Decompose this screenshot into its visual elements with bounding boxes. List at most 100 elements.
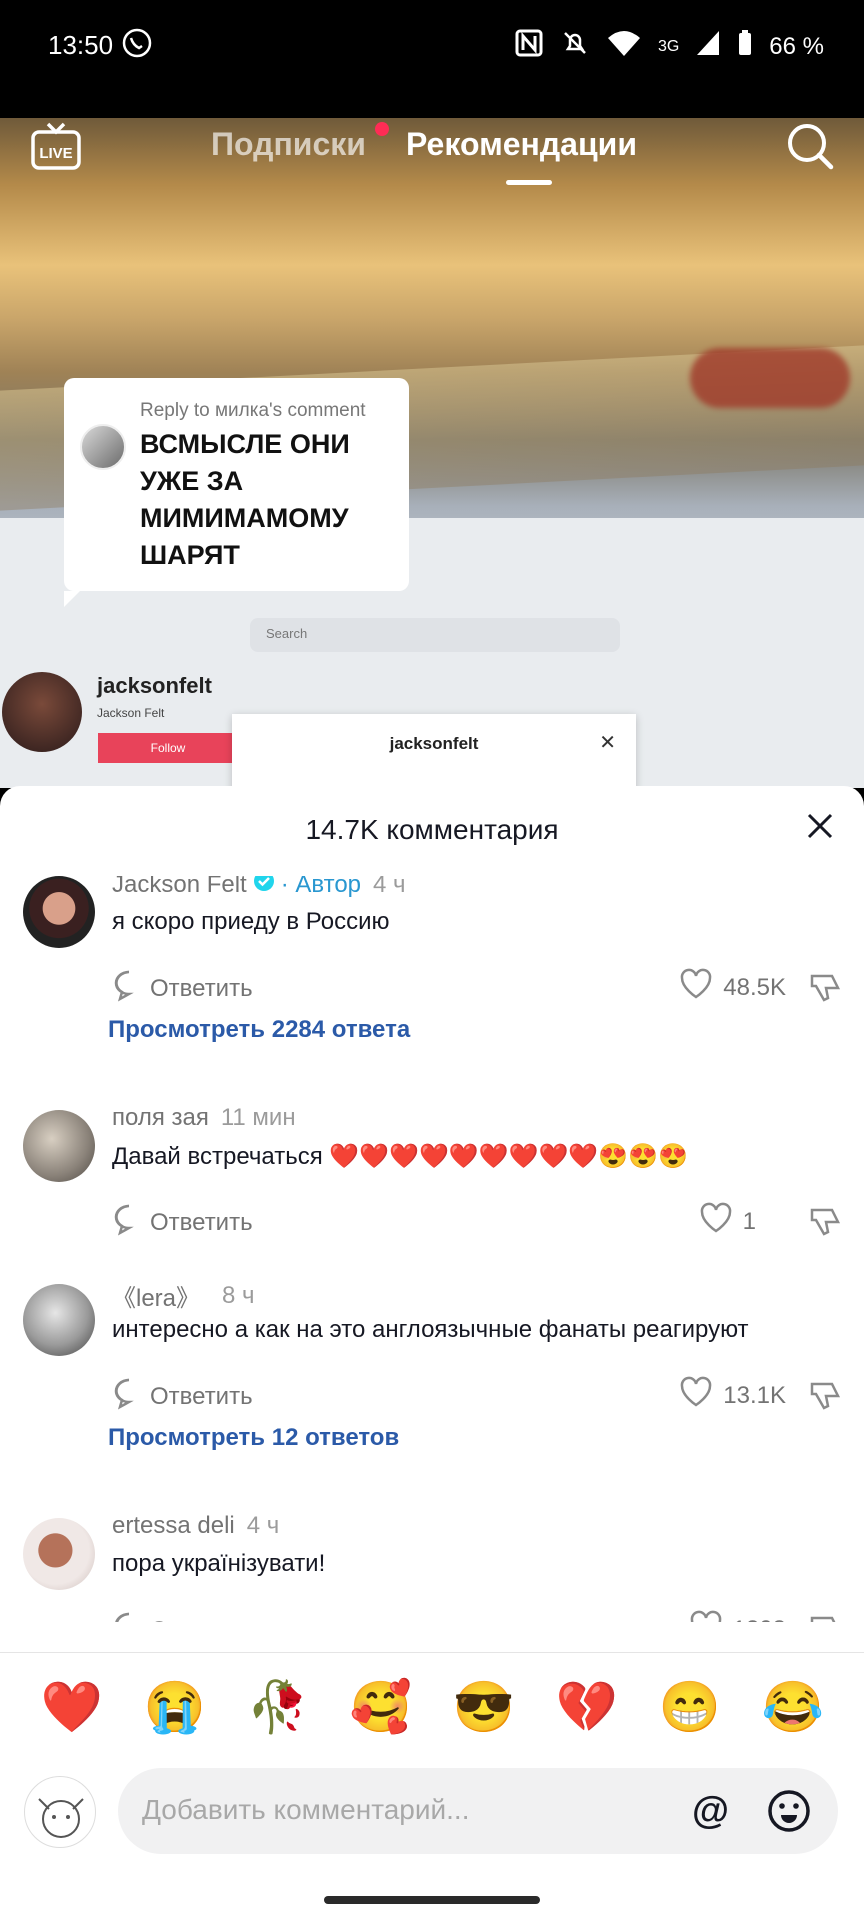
- reply-bubble-icon: [112, 1202, 146, 1243]
- reply-button[interactable]: Ответить: [112, 968, 253, 1009]
- comment-input-row: Добавить комментарий... @: [0, 1762, 864, 1882]
- reply-bubble-icon: [112, 1376, 146, 1417]
- comment-header: поля зая 11 мин: [112, 1104, 296, 1132]
- reply-bubble-icon: [112, 1610, 146, 1622]
- video-profile-sub: Jackson Felt: [97, 706, 165, 720]
- reply-button[interactable]: Ответить: [112, 1610, 253, 1622]
- like-button[interactable]: 48.5K: [679, 968, 786, 1007]
- like-count: 48.5K: [723, 973, 786, 1001]
- emoji-broken-heart[interactable]: 💔: [555, 1675, 619, 1739]
- comments-list[interactable]: Jackson Felt · Автор 4 ч я скоро приеду …: [0, 876, 864, 1622]
- heart-icon: [679, 1376, 713, 1415]
- reply-button[interactable]: Ответить: [112, 1376, 253, 1417]
- emoji-tears-of-joy[interactable]: 😂: [761, 1675, 825, 1739]
- tab-recommended[interactable]: Рекомендации: [406, 126, 637, 163]
- reply-sticker-text: ВСМЫСЛЕ ОНИ УЖЕ ЗА МИМИМАМОМУ ШАРЯТ: [140, 429, 350, 570]
- avatar[interactable]: [23, 1110, 95, 1182]
- reply-label: Ответить: [150, 1208, 253, 1236]
- comment-text: пора українізувати!: [112, 1550, 326, 1577]
- comment-actions: Ответить 48.5K: [112, 968, 842, 1008]
- emoji-sunglasses[interactable]: 😎: [452, 1675, 516, 1739]
- video-popup-title: jacksonfelt: [389, 734, 479, 753]
- status-bar: 13:50 3G 66 %: [0, 0, 864, 118]
- wifi-icon: [606, 28, 642, 65]
- reply-sticker: Reply to милка's comment ВСМЫСЛЕ ОНИ УЖЕ…: [64, 378, 409, 607]
- viber-icon: [120, 26, 154, 65]
- reply-sticker-label: Reply to милка's comment: [140, 400, 366, 421]
- comment-author[interactable]: ertessa deli: [112, 1512, 235, 1540]
- status-icons: 3G 66 %: [514, 28, 824, 65]
- comment-text: интересно а как на это англоязычные фана…: [112, 1316, 749, 1343]
- like-button[interactable]: 1308: [689, 1610, 786, 1622]
- nfc-icon: [514, 28, 544, 65]
- avatar[interactable]: [23, 1518, 95, 1590]
- avatar[interactable]: [23, 1284, 95, 1356]
- comment-input[interactable]: Добавить комментарий... @: [118, 1768, 838, 1854]
- emoji-picker-icon[interactable]: [766, 1788, 812, 1839]
- battery-icon: [737, 29, 753, 64]
- home-indicator[interactable]: [324, 1896, 540, 1904]
- close-icon[interactable]: [802, 808, 838, 849]
- video-popup: jacksonfelt ✕: [232, 714, 636, 788]
- top-nav: LIVE Подписки Рекомендации: [0, 118, 864, 198]
- emoji-crying[interactable]: 😭: [143, 1675, 207, 1739]
- video-popup-close-icon: ✕: [599, 732, 616, 754]
- video-profile-name: jacksonfelt: [97, 673, 212, 698]
- verified-icon: [253, 876, 275, 899]
- emoji-smiling-hearts[interactable]: 🥰: [349, 1675, 413, 1739]
- mute-icon: [560, 28, 590, 65]
- heart-icon: [679, 968, 713, 1007]
- comment-author[interactable]: Jackson Felt: [112, 876, 247, 899]
- video-profile-avatar: [2, 672, 82, 752]
- comment-text: Давай встречаться ❤️❤️❤️❤️❤️❤️❤️❤️❤️😍😍😍: [112, 1143, 688, 1170]
- my-avatar: [24, 1776, 96, 1848]
- dislike-icon[interactable]: [808, 1612, 842, 1622]
- reply-label: Ответить: [150, 1617, 253, 1623]
- reply-label: Ответить: [150, 974, 253, 1002]
- signal-icon: [695, 29, 721, 64]
- video-search-bar: Search: [250, 618, 620, 652]
- comment-author[interactable]: 《lera》: [112, 1278, 200, 1313]
- avatar[interactable]: [23, 876, 95, 948]
- dislike-icon[interactable]: [808, 970, 842, 1009]
- emoji-grin[interactable]: 😁: [658, 1675, 722, 1739]
- comment-author[interactable]: поля зая: [112, 1104, 209, 1132]
- search-icon[interactable]: [784, 120, 836, 177]
- svg-text:LIVE: LIVE: [39, 145, 72, 162]
- emoji-heart[interactable]: ❤️: [40, 1675, 104, 1739]
- dislike-icon[interactable]: [808, 1378, 842, 1417]
- notification-dot: [375, 122, 389, 136]
- like-button[interactable]: 13.1K: [679, 1376, 786, 1415]
- status-time: 13:50: [48, 30, 114, 60]
- comment-actions: Ответить 1: [112, 1202, 842, 1242]
- author-badge: · Автор: [280, 876, 362, 898]
- comments-count-title: 14.7K комментария: [305, 814, 559, 845]
- comment-actions: Ответить 13.1K: [112, 1376, 842, 1416]
- reply-label: Ответить: [150, 1382, 253, 1410]
- live-icon[interactable]: LIVE: [30, 122, 82, 177]
- comment-input-placeholder: Добавить комментарий...: [142, 1794, 470, 1825]
- comment-time: 8 ч: [222, 1281, 255, 1309]
- emoji-wilted-rose[interactable]: 🥀: [246, 1675, 310, 1739]
- dislike-icon[interactable]: [808, 1204, 842, 1243]
- like-count: 1: [742, 1207, 756, 1235]
- tab-following[interactable]: Подписки: [211, 126, 366, 163]
- comment-time: 4 ч: [373, 876, 406, 898]
- reply-sticker-avatar: [80, 424, 126, 470]
- like-button[interactable]: 1: [699, 1202, 756, 1241]
- reply-button[interactable]: Ответить: [112, 1202, 253, 1243]
- like-count: 1308: [733, 1616, 786, 1623]
- comment-header: 《lera》 8 ч: [112, 1278, 255, 1313]
- comment-header: Jackson Felt · Автор 4 ч: [112, 876, 406, 899]
- comment-time: 11 мин: [220, 1104, 296, 1131]
- video-frame-object: [690, 348, 850, 408]
- view-replies-link[interactable]: Просмотреть 12 ответов: [108, 1424, 399, 1452]
- network-type: 3G: [657, 37, 680, 55]
- comment-time: 4 ч: [246, 1512, 280, 1539]
- reply-bubble-icon: [112, 968, 146, 1009]
- comments-sheet: 14.7K комментария Jackson Felt · Автор 4…: [0, 786, 864, 1920]
- heart-icon: [689, 1610, 723, 1622]
- heart-icon: [699, 1202, 733, 1241]
- view-replies-link[interactable]: Просмотреть 2284 ответа: [108, 1016, 410, 1044]
- mention-button[interactable]: @: [692, 1790, 729, 1833]
